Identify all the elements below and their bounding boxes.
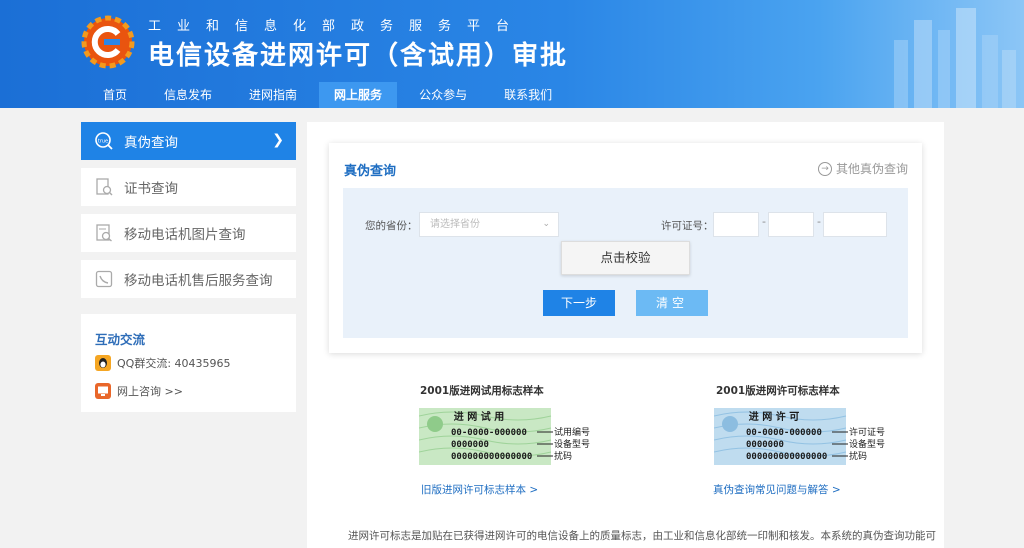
trial-code-1: 00-0000-000000 [451, 428, 527, 438]
sidebar-item-certificate[interactable]: 证书查询 [81, 168, 296, 206]
trial-annotation-2: 设备型号 [554, 438, 590, 450]
svg-text:true: true [98, 139, 108, 145]
sidebar-item-true-verify[interactable]: true 真伪查询 ❯ [81, 122, 296, 160]
trial-annotation-1: 试用编号 [554, 426, 590, 438]
old-sample-link[interactable]: 旧版进网许可标志样本 > [421, 482, 538, 497]
license-sample-heading: 进 网 许 可 [749, 410, 799, 423]
next-button[interactable]: 下一步 [543, 290, 615, 316]
site-header: 工业和信息化部政务服务平台 电信设备进网许可（含试用）审批 首页 信息发布 进网… [0, 0, 1024, 108]
miit-logo-icon [81, 15, 135, 69]
license-sample-title: 2001版进网许可标志样本 [716, 385, 840, 397]
sidebar-item-label: 真伪查询 [124, 135, 178, 151]
trial-sample-title: 2001版进网试用标志样本 [420, 385, 544, 397]
monitor-icon [95, 383, 111, 399]
dash-separator: - [762, 215, 766, 228]
other-verify-text: 其他真伪查询 [835, 162, 908, 176]
license-part1-input[interactable] [713, 212, 759, 237]
sidebar-item-label: 证书查询 [124, 181, 178, 197]
query-form: 您的省份： 请选择省份 ⌄ 许可证号： - - 点击校验 下一步 清空 [343, 188, 908, 338]
trial-sample-heading: 进 网 试 用 [454, 410, 504, 423]
trial-code-2: 0000000 [451, 440, 489, 450]
true-verify-icon: true [94, 131, 114, 151]
chevron-down-icon: ⌄ [542, 219, 550, 229]
query-title: 真伪查询 [344, 164, 397, 179]
trial-code-3: 000000000000000 [451, 452, 532, 462]
province-placeholder: 请选择省份 [430, 219, 480, 230]
chevron-right-icon: ❯ [272, 132, 284, 148]
city-skyline-decoration [894, 8, 1016, 108]
phone-image-search-icon [94, 223, 114, 243]
online-consult-text: 网上咨询 >> [117, 385, 183, 398]
trial-annotation-3: 扰码 [554, 450, 572, 462]
nav-news[interactable]: 信息发布 [149, 82, 227, 108]
license-sample-image: 进 网 许 可 00-0000-000000 0000000 000000000… [714, 408, 885, 465]
qq-group-text: QQ群交流: 40435965 [117, 357, 231, 370]
site-title: 电信设备进网许可（含试用）审批 [148, 41, 569, 71]
license-label: 许可证号： [661, 220, 714, 232]
nav-public[interactable]: 公众参与 [404, 82, 482, 108]
qq-group: QQ群交流: 40435965 [95, 354, 231, 372]
verify-button[interactable]: 点击校验 [561, 241, 690, 275]
nav-contact[interactable]: 联系我们 [489, 82, 567, 108]
nav-guide[interactable]: 进网指南 [234, 82, 312, 108]
license-code-2: 0000000 [746, 440, 784, 450]
trial-sample-image: 进 网 试 用 00-0000-000000 0000000 000000000… [419, 408, 590, 465]
sidebar-item-label: 移动电话机售后服务查询 [124, 273, 273, 289]
license-code-1: 00-0000-000000 [746, 428, 822, 438]
dash-separator: - [817, 215, 821, 228]
certificate-search-icon [94, 177, 114, 197]
sidebar-item-phone-image[interactable]: 移动电话机图片查询 [81, 214, 296, 252]
license-annotation-2: 设备型号 [849, 438, 885, 450]
description-text: 进网许可标志是加贴在已获得进网许可的电信设备上的质量标志，由工业和信息化部统一印… [348, 530, 936, 542]
license-part2-input[interactable] [768, 212, 814, 237]
qq-icon [95, 355, 111, 371]
license-code-3: 000000000000000 [746, 452, 827, 462]
faq-link[interactable]: 真伪查询常见问题与解答 > [713, 482, 841, 497]
clear-button[interactable]: 清空 [636, 290, 708, 316]
site-subtitle: 工业和信息化部政务服务平台 [148, 19, 526, 34]
query-card: 真伪查询 → 其他真伪查询 您的省份： 请选择省份 ⌄ 许可证号： - - 点击… [329, 143, 922, 353]
after-sales-icon [94, 269, 114, 289]
license-part3-input[interactable] [823, 212, 887, 237]
main-nav: 首页 信息发布 进网指南 网上服务 公众参与 联系我们 [88, 82, 574, 108]
province-select[interactable]: 请选择省份 ⌄ [419, 212, 559, 237]
other-verify-link[interactable]: → 其他真伪查询 [817, 160, 908, 177]
arrow-right-circle-icon: → [817, 161, 832, 176]
license-annotation-3: 扰码 [849, 450, 867, 462]
interact-panel: 互动交流 QQ群交流: 40435965 网上咨询 >> [81, 314, 296, 412]
interact-title: 互动交流 [95, 332, 146, 347]
online-consult-link[interactable]: 网上咨询 >> [95, 382, 183, 400]
sidebar-item-label: 移动电话机图片查询 [124, 227, 246, 243]
nav-online-service[interactable]: 网上服务 [319, 82, 398, 108]
sidebar-item-after-sales[interactable]: 移动电话机售后服务查询 [81, 260, 296, 298]
province-label: 您的省份： [365, 220, 418, 232]
license-annotation-1: 许可证号 [849, 426, 885, 438]
nav-home[interactable]: 首页 [88, 82, 142, 108]
